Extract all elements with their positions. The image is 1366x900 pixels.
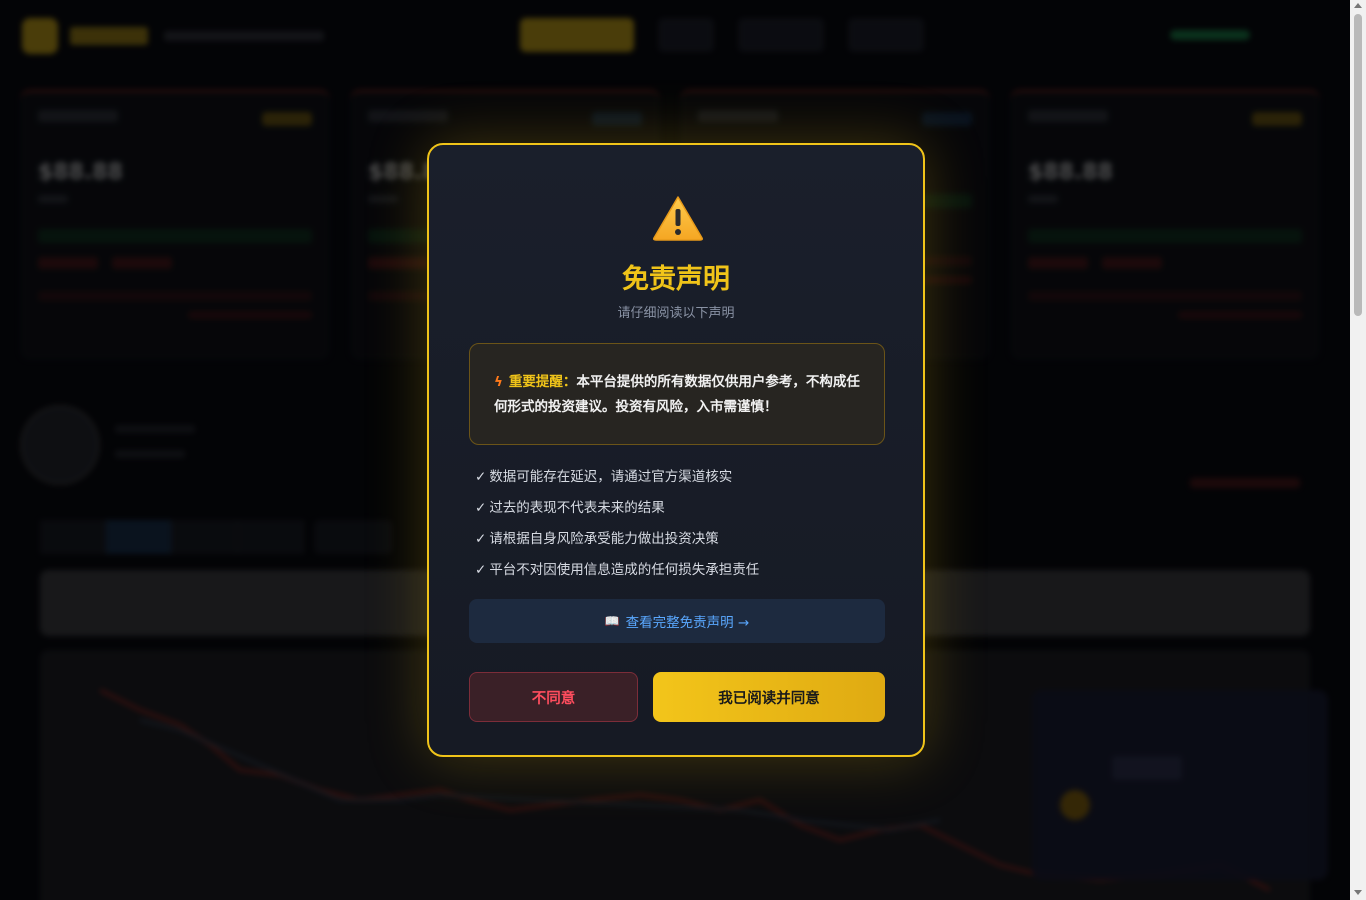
page-scrollbar[interactable] [1350,0,1366,900]
notice-label: 重要提醒： [508,374,577,390]
check-icon: ✓ [475,469,487,485]
list-item: ✓ 请根据自身风险承受能力做出投资决策 [475,531,719,547]
disclaimer-modal: 免责声明 请仔细阅读以下声明 ϟ 重要提醒：本平台提供的所有数据仅供用户参考，不构… [427,143,925,757]
check-icon: ✓ [475,531,487,547]
agree-button[interactable]: 我已阅读并同意 [653,672,885,722]
list-item: ✓ 过去的表现不代表未来的结果 [475,500,665,516]
check-icon: ✓ [475,500,487,516]
view-full-disclaimer-link[interactable]: 📖 查看完整免责声明 → [469,599,885,643]
warning-triangle-icon [653,196,703,241]
scroll-up-icon[interactable] [1354,3,1362,8]
list-item: ✓ 数据可能存在延迟，请通过官方渠道核实 [475,469,733,485]
disclaimer-checklist: ✓ 数据可能存在延迟，请通过官方渠道核实 ✓ 过去的表现不代表未来的结果 ✓ 请根据自… [475,465,759,589]
modal-subtitle: 请仔细阅读以下声明 [617,306,735,321]
list-item: ✓ 平台不对因使用信息造成的任何损失承担责任 [475,562,760,578]
modal-title: 免责声明 [622,264,730,295]
important-notice: ϟ 重要提醒：本平台提供的所有数据仅供用户参考，不构成任何形式的投资建议。投资有风… [469,343,885,445]
scrollbar-thumb[interactable] [1354,14,1362,316]
scroll-down-icon[interactable] [1354,890,1362,895]
check-icon: ✓ [475,562,487,578]
book-icon: 📖 [604,614,620,628]
lightning-icon: ϟ [494,374,503,390]
full-link-label: 查看完整免责声明 → [625,615,750,631]
disagree-button[interactable]: 不同意 [469,672,638,722]
